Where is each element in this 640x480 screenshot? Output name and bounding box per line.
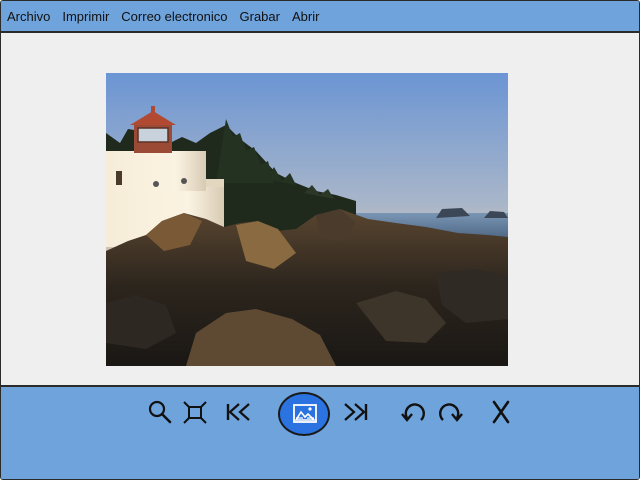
lighthouse-photo-illustration <box>106 73 508 366</box>
menu-archivo[interactable]: Archivo <box>7 9 50 24</box>
image-viewport <box>1 33 639 385</box>
image-icon <box>293 404 317 423</box>
fit-to-screen-button[interactable] <box>181 397 209 427</box>
next-button[interactable] <box>341 397 369 427</box>
slideshow-button[interactable] <box>278 392 330 436</box>
skip-back-icon <box>226 403 250 421</box>
rotate-left-icon <box>401 403 425 422</box>
menu-bar: Archivo Imprimir Correo electronico Grab… <box>1 1 639 33</box>
zoom-button[interactable] <box>146 397 174 427</box>
menu-grabar[interactable]: Grabar <box>240 9 280 24</box>
rotate-right-icon <box>439 403 463 422</box>
menu-correo-electronico[interactable]: Correo electronico <box>121 9 227 24</box>
previous-button[interactable] <box>225 397 253 427</box>
viewer-toolbar <box>1 385 639 479</box>
magnifier-icon <box>148 400 172 424</box>
delete-button[interactable] <box>487 397 515 427</box>
image-viewer-window: Archivo Imprimir Correo electronico Grab… <box>0 0 640 480</box>
rotate-left-button[interactable] <box>399 397 427 427</box>
displayed-photo <box>106 73 508 366</box>
menu-imprimir[interactable]: Imprimir <box>62 9 109 24</box>
skip-forward-icon <box>344 403 368 421</box>
rotate-right-button[interactable] <box>437 397 465 427</box>
fit-screen-icon <box>183 401 207 424</box>
menu-abrir[interactable]: Abrir <box>292 9 319 24</box>
x-icon <box>492 400 510 424</box>
